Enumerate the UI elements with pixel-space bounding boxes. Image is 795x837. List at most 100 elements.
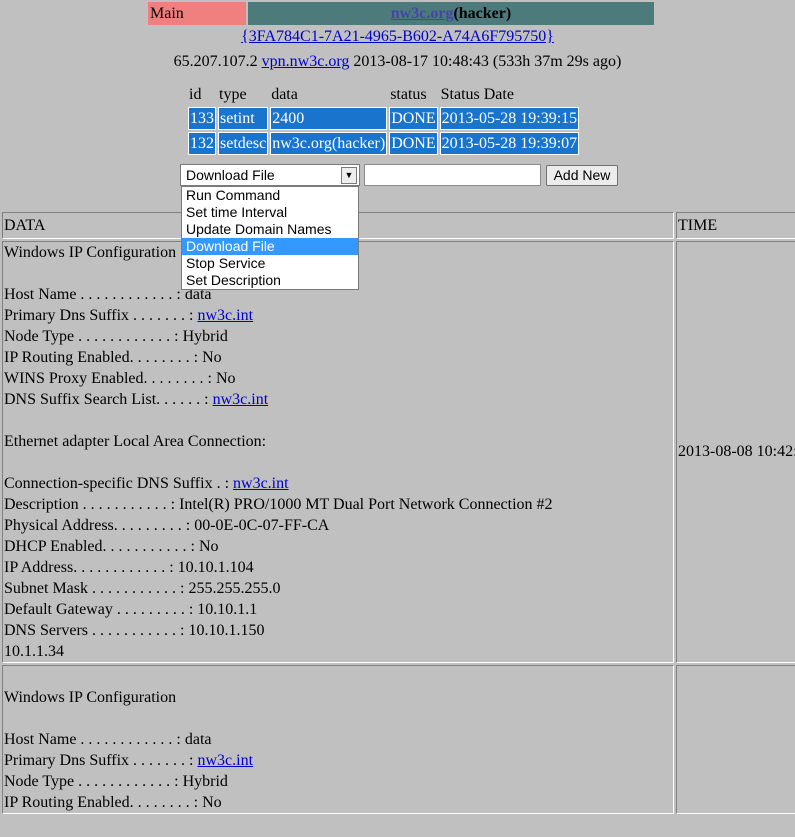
add-new-button[interactable]: Add New (546, 165, 618, 186)
table-row[interactable]: 132 setdesc nw3c.org(hacker) DONE 2013-0… (188, 132, 580, 155)
line-text: Node Type . . . . . . . . . . . . : Hybr… (4, 328, 228, 345)
option-download-file[interactable]: Download File (182, 238, 358, 255)
data-line (4, 410, 672, 431)
data-line: WINS Proxy Enabled. . . . . . . . : No (4, 368, 672, 389)
data-line: DNS Suffix Search List. . . . . . : nw3c… (4, 389, 672, 410)
cell-id: 133 (188, 107, 216, 130)
status-line: 65.207.107.2 vpn.nw3c.org 2013-08-17 10:… (0, 53, 795, 71)
line-text: WINS Proxy Enabled. . . . . . . . : No (4, 370, 236, 387)
data-line (4, 708, 672, 729)
data-line: Connection-specific DNS Suffix . : nw3c.… (4, 473, 672, 494)
line-text: IP Routing Enabled. . . . . . . . : No (4, 794, 222, 811)
header-id: id (188, 84, 216, 105)
data-line: Ethernet adapter Local Area Connection: (4, 431, 672, 452)
domain-link[interactable]: nw3c.int (197, 752, 253, 769)
data-line: IP Routing Enabled. . . . . . . . : No (4, 347, 672, 368)
data-line: Windows IP Configuration (4, 687, 672, 708)
line-text: Primary Dns Suffix . . . . . . . : (4, 307, 198, 324)
top-nav-bar: Main nw3c.org(hacker) (148, 2, 654, 25)
data-cell: Windows IP Configuration Host Name . . . … (2, 241, 674, 663)
command-value-input[interactable] (364, 164, 541, 186)
host-suffix: (hacker) (453, 5, 512, 22)
command-type-dropdown[interactable]: Run Command Set time Interval Update Dom… (181, 186, 359, 290)
line-text: DNS Servers . . . . . . . . . . . : 10.1… (4, 622, 265, 639)
line-text: DNS Suffix Search List. . . . . . : (4, 391, 213, 408)
data-cell: Windows IP Configuration Host Name . . . … (2, 665, 674, 814)
line-text: 10.1.1.34 (4, 643, 64, 660)
vpn-link[interactable]: vpn.nw3c.org (262, 53, 350, 70)
cell-type: setdesc (218, 132, 269, 155)
domain-link[interactable]: nw3c.int (233, 475, 289, 492)
option-stop-service[interactable]: Stop Service (182, 255, 358, 272)
line-text: Subnet Mask . . . . . . . . . . . : 255.… (4, 580, 281, 597)
line-text: IP Address. . . . . . . . . . . . : 10.1… (4, 559, 254, 576)
data-line: IP Routing Enabled. . . . . . . . : No (4, 792, 672, 813)
line-text: DHCP Enabled. . . . . . . . . . . : No (4, 538, 219, 555)
header-type: type (218, 84, 269, 105)
data-header-row: DATA TIME (2, 212, 795, 239)
line-text: Ethernet adapter Local Area Connection: (4, 433, 267, 450)
cell-status-date: 2013-05-28 19:39:07 (439, 132, 580, 155)
guid-link[interactable]: {3FA784C1-7A21-4965-B602-A74A6F795750} (241, 28, 554, 45)
data-line: Primary Dns Suffix . . . . . . . : nw3c.… (4, 750, 672, 771)
cell-status: DONE (389, 107, 438, 130)
host-header: nw3c.org(hacker) (248, 2, 654, 25)
table-row: Windows IP Configuration Host Name . . . … (2, 241, 795, 663)
option-set-time-interval[interactable]: Set time Interval (182, 204, 358, 221)
data-line: Physical Address. . . . . . . . . : 00-0… (4, 515, 672, 536)
data-line: DNS Servers . . . . . . . . . . . : 10.1… (4, 620, 672, 641)
header-status: status (389, 84, 438, 105)
line-text: Windows IP Configuration (4, 244, 177, 261)
cell-status-date: 2013-05-28 19:39:15 (439, 107, 580, 130)
domain-link[interactable]: nw3c.int (213, 391, 269, 408)
data-line: Subnet Mask . . . . . . . . . . . : 255.… (4, 578, 672, 599)
line-text: IP Routing Enabled. . . . . . . . : No (4, 349, 222, 366)
data-line: Node Type . . . . . . . . . . . . : Hybr… (4, 326, 672, 347)
data-line: Host Name . . . . . . . . . . . . : data (4, 729, 672, 750)
header-status-date: Status Date (439, 84, 580, 105)
commands-header-row: id type data status Status Date (188, 84, 580, 105)
domain-link[interactable]: nw3c.int (197, 307, 253, 324)
last-seen-timestamp: 2013-08-17 10:48:43 (533h 37m 29s ago) (353, 53, 622, 70)
commands-table: id type data status Status Date 133 seti… (186, 82, 581, 157)
time-cell (676, 665, 795, 814)
select-value: Download File (186, 167, 275, 183)
guid-line: {3FA784C1-7A21-4965-B602-A74A6F795750} (0, 28, 795, 46)
line-text: Primary Dns Suffix . . . . . . . : (4, 752, 198, 769)
data-line: Default Gateway . . . . . . . . . : 10.1… (4, 599, 672, 620)
command-type-select[interactable]: Download File ▼ (180, 164, 360, 186)
time-cell: 2013-08-08 10:42:17 (676, 241, 795, 663)
data-line: Primary Dns Suffix . . . . . . . : nw3c.… (4, 305, 672, 326)
data-line: IP Address. . . . . . . . . . . . : 10.1… (4, 557, 672, 578)
cell-type: setint (218, 107, 269, 130)
data-line: DHCP Enabled. . . . . . . . . . . : No (4, 536, 672, 557)
option-set-description[interactable]: Set Description (182, 272, 358, 289)
line-text: Default Gateway . . . . . . . . . : 10.1… (4, 601, 258, 618)
line-text: Description . . . . . . . . . . . : Inte… (4, 496, 553, 513)
line-text: Host Name . . . . . . . . . . . . : data (4, 731, 212, 748)
chevron-down-icon[interactable]: ▼ (341, 167, 357, 184)
option-run-command[interactable]: Run Command (182, 187, 358, 204)
table-row[interactable]: 133 setint 2400 DONE 2013-05-28 19:39:15 (188, 107, 580, 130)
line-text: Physical Address. . . . . . . . . : 00-0… (4, 517, 330, 534)
data-line: Description . . . . . . . . . . . : Inte… (4, 494, 672, 515)
cell-data: nw3c.org(hacker) (270, 132, 388, 155)
cell-status: DONE (389, 132, 438, 155)
data-table: DATA TIME Windows IP Configuration Host N… (0, 210, 795, 816)
data-line: 10.1.1.34 (4, 641, 672, 662)
option-update-domain-names[interactable]: Update Domain Names (182, 221, 358, 238)
line-text: Windows IP Configuration (4, 689, 177, 706)
line-text: Node Type . . . . . . . . . . . . : Hybr… (4, 773, 228, 790)
line-text: Connection-specific DNS Suffix . : (4, 475, 234, 492)
host-link[interactable]: nw3c.org (391, 5, 454, 22)
data-line: Node Type . . . . . . . . . . . . : Hybr… (4, 771, 672, 792)
data-line (4, 452, 672, 473)
main-tab[interactable]: Main (148, 2, 246, 25)
cell-data: 2400 (270, 107, 388, 130)
table-row: Windows IP Configuration Host Name . . . … (2, 665, 795, 814)
cell-id: 132 (188, 132, 216, 155)
ip-address: 65.207.107.2 (173, 53, 258, 70)
header-time-col: TIME (676, 212, 795, 239)
data-line (4, 666, 672, 687)
header-data: data (270, 84, 388, 105)
